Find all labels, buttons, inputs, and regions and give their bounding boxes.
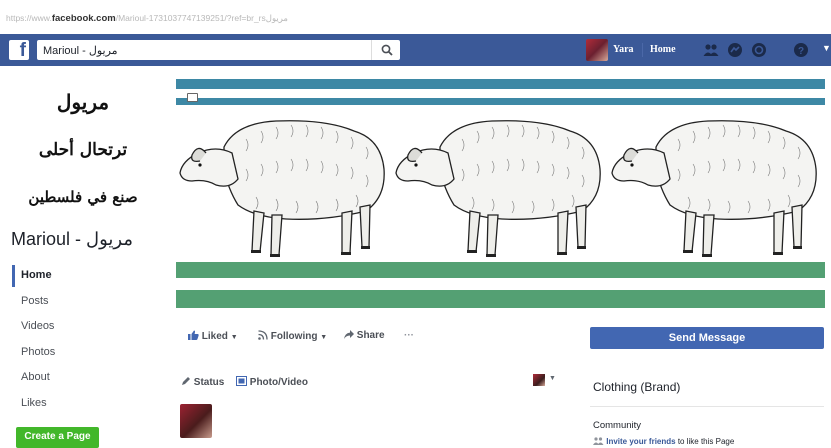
- photo-video-tab[interactable]: Photo/Video: [236, 376, 308, 388]
- liked-button[interactable]: Liked ▼: [188, 330, 238, 342]
- photo-icon: [236, 376, 247, 386]
- cover-stripe-bottom: [176, 262, 825, 278]
- share-button[interactable]: Share: [344, 330, 385, 341]
- rss-icon: [258, 330, 268, 340]
- search-input[interactable]: Marioul - مريول: [37, 40, 400, 60]
- home-link[interactable]: Home: [650, 44, 676, 55]
- page-category[interactable]: Clothing (Brand): [593, 380, 680, 394]
- profile-art-line-2: ترتحال أحلى: [38, 140, 128, 160]
- url-tail: مريول: [265, 13, 288, 23]
- account-menu-chevron-icon[interactable]: ▼: [822, 43, 831, 53]
- nav-item-about[interactable]: About: [12, 365, 162, 391]
- page-title[interactable]: Marioul - مريول: [11, 229, 133, 250]
- invite-friends-row: Invite your friends to like this Page: [593, 437, 734, 446]
- cover-stripe-top-thin: [176, 98, 825, 105]
- sheep-icon: [395, 120, 601, 257]
- community-heading: Community: [593, 420, 642, 431]
- status-label: Status: [193, 377, 225, 388]
- camera-icon[interactable]: [187, 93, 198, 102]
- nav-item-photos[interactable]: Photos: [12, 340, 162, 366]
- cover-stripe-bottom-2: [176, 290, 825, 308]
- following-label: Following: [270, 331, 318, 342]
- share-label: Share: [356, 330, 385, 341]
- liked-label: Liked: [201, 331, 228, 342]
- send-message-button[interactable]: Send Message: [590, 327, 824, 349]
- url-path: /Marioul-1731037747139251/?ref=br_rs: [115, 13, 266, 23]
- cover-photo[interactable]: [176, 75, 825, 308]
- help-icon[interactable]: ?: [793, 42, 809, 58]
- sheep-icon: [611, 120, 817, 257]
- nav-item-home[interactable]: Home: [12, 263, 162, 289]
- liked-chevron-down-icon: ▼: [230, 334, 238, 341]
- page-nav: Home Posts Videos Photos About Likes: [12, 263, 162, 416]
- invite-friends-text: to like this Page: [677, 437, 735, 446]
- post-as-avatar[interactable]: [533, 374, 545, 386]
- url-prefix: https://www.: [6, 13, 52, 23]
- share-arrow-icon: [344, 330, 354, 339]
- svg-text:?: ?: [798, 46, 804, 57]
- search-button[interactable]: [371, 40, 400, 60]
- photo-video-label: Photo/Video: [249, 377, 308, 388]
- nav-item-videos[interactable]: Videos: [12, 314, 162, 340]
- profile-art-line-1: مريول: [56, 90, 110, 114]
- status-tab[interactable]: Status: [181, 376, 224, 388]
- composer-avatar: [180, 404, 212, 438]
- facebook-page-window: https://www.facebook.com/Marioul-1731037…: [0, 0, 831, 448]
- invite-friends-icon: [593, 437, 604, 445]
- address-bar[interactable]: https://www.facebook.com/Marioul-1731037…: [0, 0, 831, 34]
- more-options-button[interactable]: ···: [404, 330, 414, 341]
- pencil-icon: [182, 377, 190, 385]
- right-divider: [590, 406, 824, 407]
- nav-item-likes[interactable]: Likes: [12, 391, 162, 417]
- cover-stripe-top: [176, 79, 825, 89]
- nav-divider: [642, 43, 643, 57]
- user-avatar[interactable]: [586, 39, 608, 61]
- messages-icon[interactable]: [727, 42, 743, 58]
- profile-art-line-3: صنع في فلسطين: [28, 188, 138, 206]
- friend-requests-icon[interactable]: [703, 42, 719, 58]
- following-button[interactable]: Following ▼: [258, 330, 327, 342]
- url-domain: facebook.com: [51, 13, 116, 24]
- page-actions-bar: Liked ▼ Following ▼ Share ···: [176, 325, 576, 349]
- create-page-button[interactable]: Create a Page: [16, 427, 99, 448]
- sheep-icon: [179, 120, 385, 257]
- thumbs-up-icon: [188, 330, 199, 340]
- profile-link[interactable]: Yara: [613, 44, 634, 55]
- nav-item-posts[interactable]: Posts: [12, 289, 162, 315]
- invite-friends-link[interactable]: Invite your friends: [606, 437, 675, 446]
- notifications-icon[interactable]: [751, 42, 767, 58]
- post-as-chevron-down-icon[interactable]: ▼: [549, 375, 556, 382]
- top-navbar: f Marioul - مريول Yara Home ? ▼: [0, 34, 831, 66]
- following-chevron-down-icon: ▼: [320, 334, 328, 341]
- facebook-logo-icon[interactable]: f: [9, 40, 29, 61]
- search-icon: [381, 44, 393, 56]
